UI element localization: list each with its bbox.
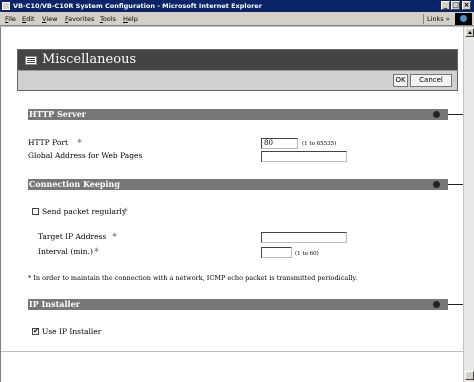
send-packet-checkbox[interactable] — [32, 208, 39, 215]
page-title: Miscellaneous — [42, 52, 137, 67]
http-port-input[interactable]: 80 — [261, 138, 298, 149]
help-star-icon: ✱ — [94, 247, 100, 254]
title-bar: VB-C10/VB-C10R System Configuration - Mi… — [0, 0, 474, 12]
send-packet-label: Send packet regularly — [42, 207, 127, 216]
minimize-button[interactable]: _ — [441, 1, 450, 10]
interval-label: Interval (min.) — [38, 247, 93, 256]
menu-file[interactable]: File — [5, 15, 16, 23]
interval-input[interactable] — [261, 247, 292, 258]
scroll-down-arrow-icon[interactable] — [465, 371, 474, 380]
menu-tools[interactable]: Tools — [100, 15, 116, 23]
section-ip-installer: IP Installer — [28, 299, 448, 310]
ie-app-icon — [2, 2, 10, 10]
menu-bar: File Edit View Favorites Tools Help Link… — [0, 12, 474, 26]
section-bullet-icon — [433, 181, 440, 188]
settings-list-icon — [25, 56, 37, 65]
section-connector-line — [448, 304, 464, 305]
section-connector-line — [448, 184, 464, 185]
page-header-panel: Miscellaneous OK Cancel — [17, 49, 458, 91]
scroll-up-arrow-icon[interactable] — [465, 28, 474, 37]
global-address-input[interactable] — [261, 151, 347, 162]
ie-throbber-icon — [455, 13, 472, 25]
links-toolbar-button[interactable]: Links » — [423, 14, 451, 24]
ok-button[interactable]: OK — [393, 74, 408, 87]
section-bullet-icon — [433, 301, 440, 308]
target-ip-input[interactable] — [261, 232, 347, 243]
section-http-server: HTTP Server — [28, 109, 448, 120]
section-title-http-server: HTTP Server — [29, 109, 87, 119]
help-star-icon: ✱ — [112, 232, 118, 239]
vertical-scrollbar[interactable] — [463, 27, 474, 382]
menu-favorites[interactable]: Favorites — [65, 15, 94, 23]
help-star-icon: ✱ — [123, 207, 129, 214]
close-button[interactable]: × — [462, 1, 471, 10]
window-title: VB-C10/VB-C10R System Configuration - Mi… — [13, 2, 262, 10]
section-title-connection-keeping: Connection Keeping — [29, 179, 120, 189]
browser-window: VB-C10/VB-C10R System Configuration - Mi… — [0, 0, 474, 382]
menu-view[interactable]: View — [42, 15, 57, 23]
interval-range: (1 to 60) — [295, 251, 319, 257]
action-button-strip: OK Cancel — [18, 70, 457, 90]
section-connector-line — [448, 114, 464, 115]
http-port-range: (1 to 65535) — [302, 141, 337, 147]
target-ip-label: Target IP Address — [38, 232, 107, 241]
page-header: Miscellaneous — [18, 50, 457, 70]
menu-help[interactable]: Help — [123, 15, 138, 23]
global-address-label: Global Address for Web Pages — [28, 151, 143, 160]
divider — [1, 351, 464, 352]
section-bullet-icon — [433, 111, 440, 118]
connection-keeping-note: * In order to maintain the connection wi… — [28, 274, 358, 282]
section-title-ip-installer: IP Installer — [29, 299, 80, 309]
section-connection-keeping: Connection Keeping — [28, 179, 448, 190]
http-port-label: HTTP Port — [28, 138, 68, 147]
maximize-button[interactable]: □ — [451, 1, 460, 10]
use-ip-installer-label: Use IP Installer — [42, 327, 102, 336]
menu-edit[interactable]: Edit — [22, 15, 35, 23]
help-star-icon: ✱ — [77, 138, 83, 145]
use-ip-installer-checkbox[interactable] — [32, 327, 39, 336]
page-content: Miscellaneous OK Cancel HTTP Server HTTP… — [0, 27, 464, 382]
cancel-button[interactable]: Cancel — [410, 74, 452, 87]
